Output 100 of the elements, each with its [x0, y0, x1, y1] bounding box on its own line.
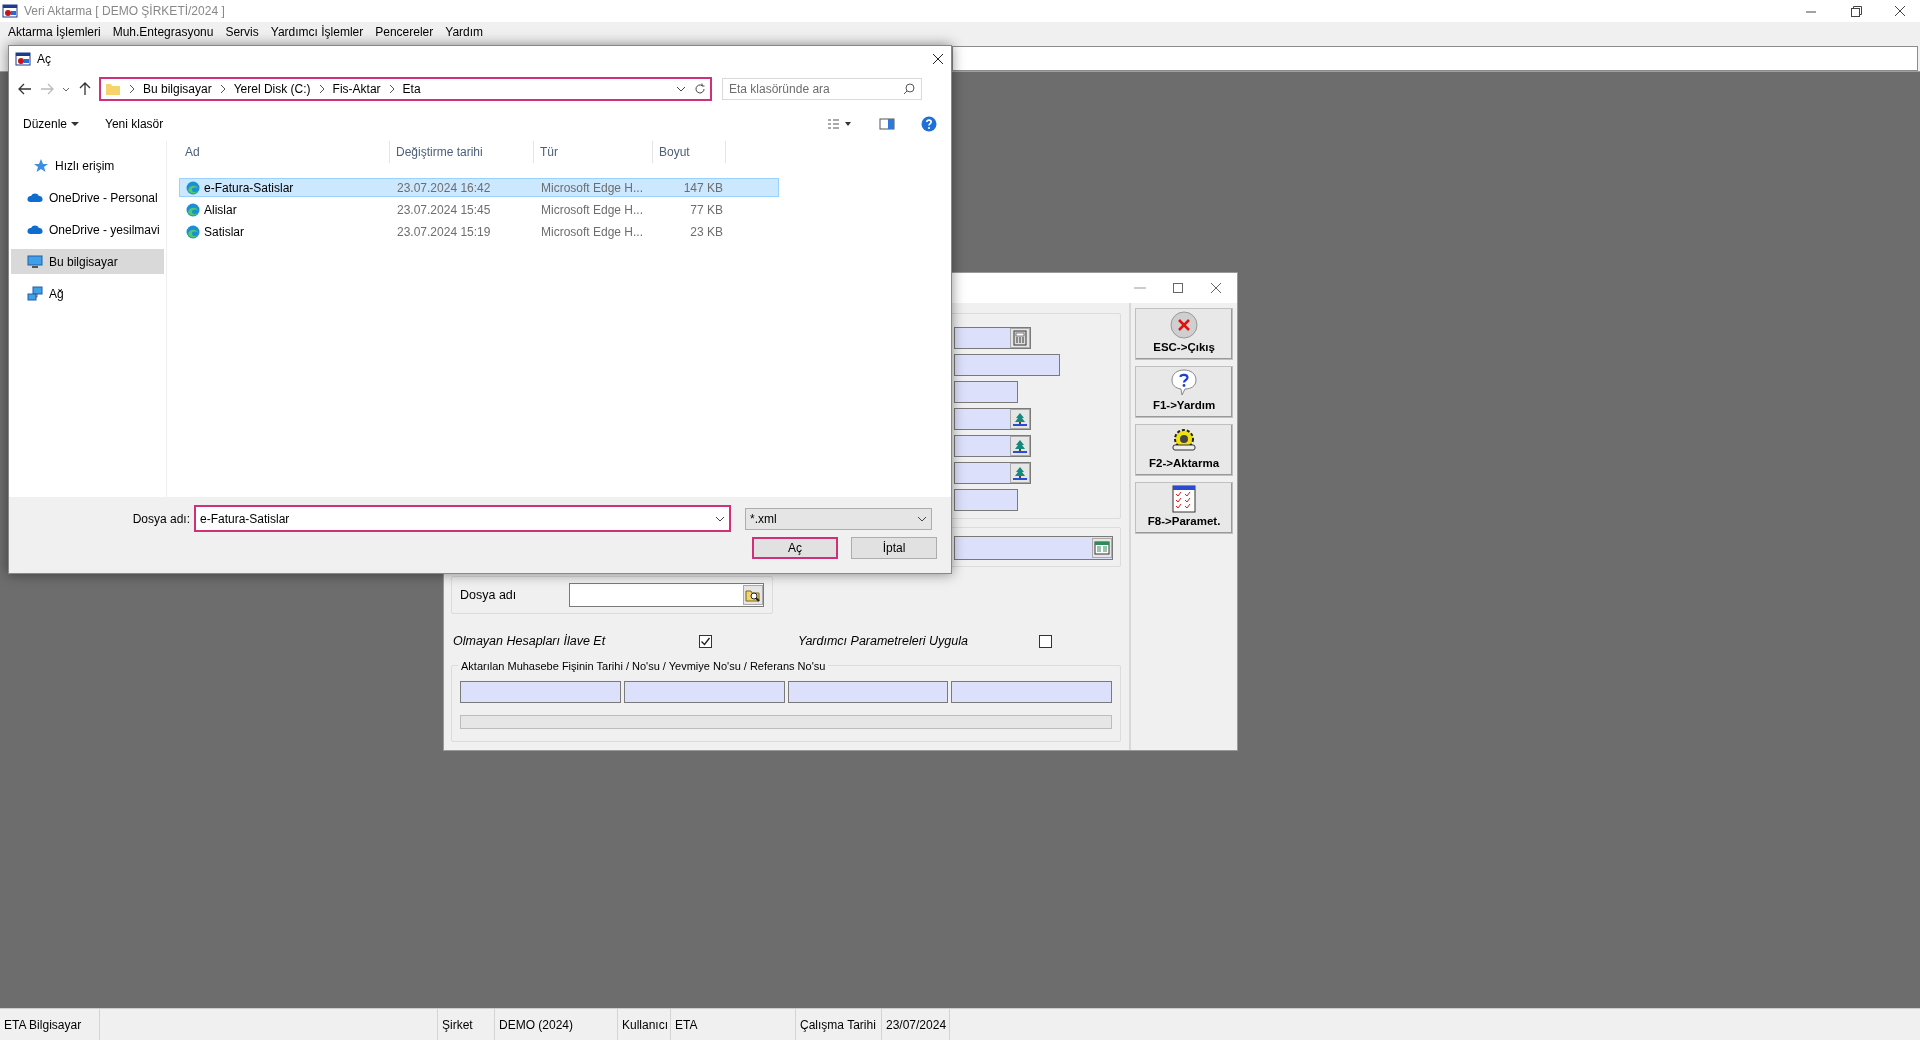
tree-icon[interactable]	[1012, 465, 1028, 481]
input-field[interactable]	[460, 681, 621, 703]
network-icon	[27, 285, 43, 302]
input-field[interactable]	[787, 681, 949, 703]
edge-browser-icon	[186, 180, 200, 195]
file-name-field[interactable]: e-Fatura-Satislar	[194, 505, 731, 532]
side-button[interactable]: F2->Aktarma	[1135, 424, 1234, 476]
folder-search-icon[interactable]	[745, 587, 761, 603]
side-button[interactable]: F8->Paramet.	[1135, 482, 1234, 534]
star-icon	[33, 157, 49, 174]
command-button[interactable]: Yeni klasör	[105, 115, 164, 133]
input-field[interactable]	[954, 327, 1031, 349]
menu-item[interactable]: Servis	[219, 21, 265, 43]
dialog-title: Aç	[37, 50, 51, 68]
side-button[interactable]: F1->Yardım	[1135, 366, 1234, 418]
command-button[interactable]: Düzenle	[23, 115, 80, 133]
breadcrumb-item[interactable]: Yerel Disk (C:)	[233, 80, 311, 98]
refresh-icon[interactable]	[694, 83, 706, 95]
chevron-icon	[388, 84, 395, 94]
input-field[interactable]	[569, 583, 764, 607]
checklist-icon	[1170, 485, 1199, 513]
menu-item[interactable]: Muh.Entegrasyonu	[106, 21, 220, 43]
app-icon	[15, 50, 31, 67]
side-button[interactable]: ESC->Çıkış	[1135, 308, 1234, 360]
search-field[interactable]: Eta klasöründe ara	[722, 78, 922, 100]
input-field[interactable]	[954, 462, 1031, 484]
close-icon[interactable]	[1893, 4, 1907, 18]
status-text: ETA	[671, 1009, 796, 1040]
restore-icon[interactable]	[1849, 4, 1863, 18]
status-text: Şirket	[438, 1009, 495, 1040]
sidebar-item[interactable]: Bu bilgisayar	[11, 249, 164, 274]
chevron-icon	[318, 84, 325, 94]
option-label: Olmayan Hesapları İlave Et	[453, 632, 607, 650]
column-header[interactable]: Değiştirme tarihi	[390, 141, 534, 163]
column-header[interactable]: Boyut	[653, 141, 726, 163]
back-arrow-icon[interactable]	[17, 81, 33, 97]
column-header[interactable]: Ad	[179, 141, 390, 163]
file-row[interactable]: e-Fatura-Satislar 23.07.2024 16:42 Microsoft Edge H... 147 KB	[179, 178, 779, 197]
table-icon[interactable]	[1094, 540, 1111, 556]
input-field[interactable]	[954, 354, 1060, 376]
input-field[interactable]	[954, 381, 1018, 403]
caret-icon	[71, 120, 80, 128]
status-text: DEMO (2024)	[495, 1009, 618, 1040]
help-icon[interactable]	[921, 116, 937, 132]
breadcrumb-item[interactable]: Fis-Aktar	[332, 80, 381, 98]
file-row[interactable]: Satislar 23.07.2024 15:19 Microsoft Edge H... 23 KB	[179, 222, 779, 241]
search-icon[interactable]	[903, 83, 915, 95]
preview-pane-icon[interactable]	[879, 118, 895, 130]
close-icon[interactable]	[931, 51, 945, 66]
file-date: 23.07.2024 15:45	[396, 201, 492, 218]
file-name: Satislar	[180, 223, 391, 240]
file-row[interactable]: Alislar 23.07.2024 15:45 Microsoft Edge H... 77 KB	[179, 200, 779, 219]
checkbox[interactable]	[699, 634, 712, 648]
breadcrumb-item[interactable]: Eta	[402, 80, 421, 98]
breadcrumb-item[interactable]: Bu bilgisayar	[143, 80, 212, 98]
sidebar-item[interactable]: Hızlı erişim	[11, 153, 164, 178]
maximize-icon[interactable]	[1171, 281, 1185, 295]
search-placeholder: Eta klasöründe ara	[729, 81, 830, 98]
menu-item[interactable]: Yardımcı İşlemler	[264, 21, 370, 43]
up-arrow-icon[interactable]	[77, 81, 93, 97]
tree-icon[interactable]	[1012, 438, 1028, 454]
input-field[interactable]	[954, 435, 1031, 457]
edge-browser-icon	[186, 224, 200, 239]
sidebar-item[interactable]: OneDrive - Personal	[11, 185, 164, 210]
edge-browser-icon	[186, 202, 200, 217]
sidebar-item[interactable]: Ağ	[11, 281, 164, 306]
file-type: Microsoft Edge H...	[540, 179, 645, 196]
field-label: Dosya adı:	[131, 510, 190, 528]
file-type: Microsoft Edge H...	[540, 201, 645, 218]
file-date: 23.07.2024 16:42	[396, 179, 492, 196]
menu-item[interactable]: Aktarma İşlemleri	[2, 21, 107, 43]
dialog-button[interactable]: Aç	[752, 537, 838, 559]
input-field[interactable]	[954, 489, 1018, 511]
dialog-button[interactable]: İptal	[851, 537, 937, 559]
status-text: 23/07/2024	[882, 1009, 950, 1040]
monitor-icon	[27, 253, 43, 270]
dropdown-icon[interactable]	[676, 84, 686, 94]
menu-item[interactable]: Pencereler	[369, 21, 440, 43]
close-icon	[1170, 311, 1199, 339]
tree-icon[interactable]	[1012, 411, 1028, 427]
file-size: 147 KB	[682, 179, 724, 196]
field-label: Dosya adı	[460, 586, 518, 604]
column-header[interactable]: Tür	[534, 141, 653, 163]
input-field[interactable]	[954, 536, 1114, 560]
file-type: Microsoft Edge H...	[540, 223, 645, 240]
sidebar-item[interactable]: OneDrive - yesilmavi	[11, 217, 164, 242]
chevron-icon	[129, 84, 135, 94]
status-text: Kullanıcı	[618, 1009, 671, 1040]
calculator-icon[interactable]	[1012, 330, 1028, 346]
view-options-icon[interactable]	[827, 118, 853, 130]
file-size: 77 KB	[689, 201, 724, 218]
input-field[interactable]	[623, 681, 785, 703]
status-text: Çalışma Tarihi	[796, 1009, 882, 1040]
address-bar[interactable]: Bu bilgisayar Yerel Disk (C:) Fis-Aktar Eta	[99, 77, 712, 101]
file-type-dropdown[interactable]: *.xml	[745, 507, 932, 530]
input-field[interactable]	[954, 408, 1031, 430]
input-field[interactable]	[951, 681, 1113, 703]
checkbox[interactable]	[1039, 634, 1052, 648]
menu-item[interactable]: Yardım	[439, 21, 490, 43]
folder-icon	[105, 82, 121, 96]
